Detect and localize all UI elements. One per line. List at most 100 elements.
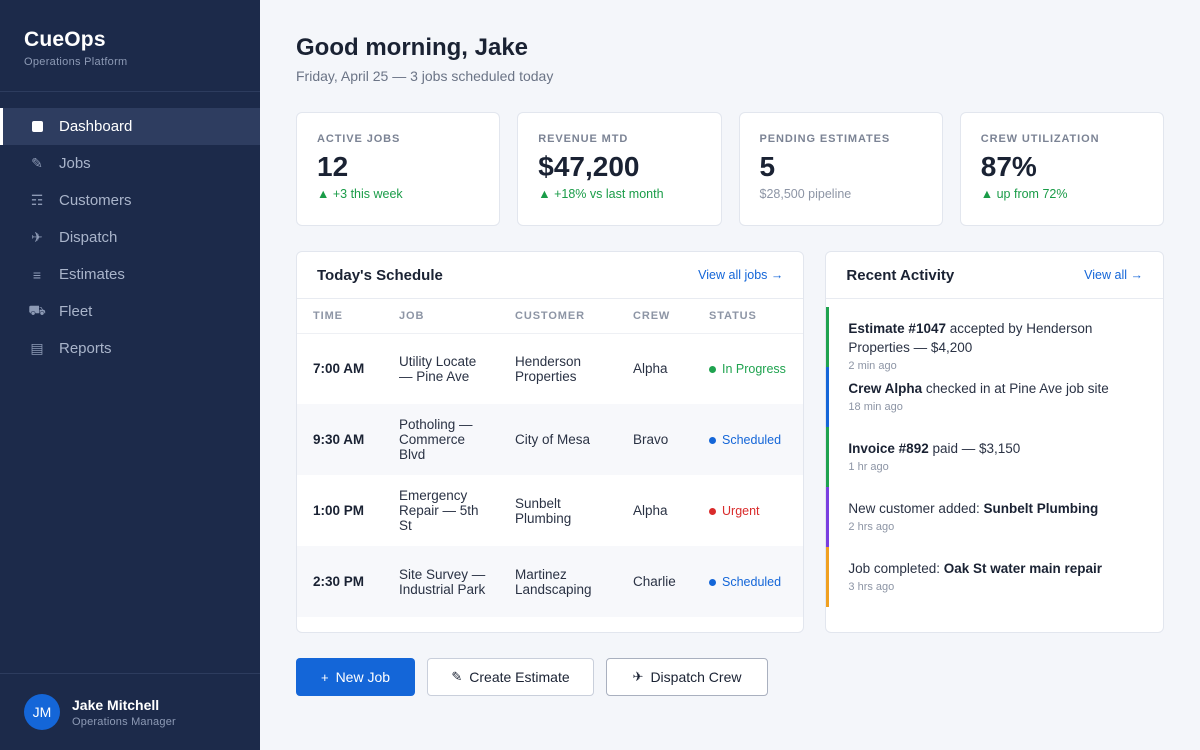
activity-item[interactable]: New customer added: Sunbelt Plumbing 2 hr… — [826, 487, 1163, 547]
activity-item[interactable]: Job completed: Oak St water main repair 3… — [826, 547, 1163, 607]
activity-text: paid — $3,150 — [928, 441, 1021, 456]
stat-card: CREW UTILIZATION 87% ▲ up from 72% — [959, 112, 1164, 226]
page-subtitle: Friday, April 25 — 3 jobs scheduled toda… — [296, 68, 554, 84]
status-dot — [709, 365, 716, 373]
status-dot — [709, 578, 716, 586]
status-dot — [709, 436, 716, 444]
plane-icon: ✈ — [632, 669, 644, 684]
new-job-button[interactable]: + New Job — [296, 658, 415, 696]
stat-card: PENDING ESTIMATES 5 $28,500 pipeline — [738, 112, 943, 226]
job-crew: Bravo — [633, 432, 669, 447]
sidebar-item-fleet[interactable]: ⛟ Fleet — [0, 293, 260, 330]
job-customer: Martinez Landscaping — [515, 566, 592, 597]
view-all-activity-link[interactable]: View all → — [1084, 268, 1143, 282]
job-time: 1:00 PM — [313, 503, 365, 518]
sidebar-item-dashboard[interactable]: Dashboard — [0, 108, 260, 145]
dispatch-crew-label: Dispatch Crew — [650, 669, 742, 685]
stat-delta: ▲ +18% vs last month — [538, 187, 664, 201]
sidebar-item-label: Estimates — [59, 266, 125, 283]
job-status: Urgent — [693, 475, 803, 546]
schedule-table: TIME JOB CUSTOMER CREW STATUS 7:00 AM Utility… — [297, 299, 804, 617]
main-content: Good morning, Jake Friday, April 25 — 3 … — [296, 0, 1164, 696]
sidebar-item-dispatch[interactable]: ✈ Dispatch — [0, 219, 260, 256]
job-time: 2:30 PM — [313, 574, 365, 589]
report-icon: ▤ — [30, 340, 44, 356]
activity-time: 3 hrs ago — [848, 581, 895, 593]
stat-label: REVENUE MTD — [538, 133, 629, 145]
create-estimate-label: Create Estimate — [469, 669, 570, 685]
sidebar-item-label: Jobs — [59, 155, 91, 172]
customers-icon: ☶ — [30, 192, 44, 208]
view-all-jobs-link[interactable]: View all jobs → — [698, 268, 783, 282]
job-status: Scheduled — [693, 404, 803, 475]
schedule-title: Today's Schedule — [317, 266, 443, 284]
job-name: Site Survey — Industrial Park — [399, 566, 486, 597]
app-subtitle: Operations Platform — [24, 56, 128, 68]
dispatch-crew-button[interactable]: ✈ Dispatch Crew — [606, 658, 768, 696]
stats-row: ACTIVE JOBS 12 ▲ +3 this week REVENUE MTD $4… — [296, 112, 1164, 226]
table-row[interactable]: 7:00 AM Utility Locate — Pine Ave Henderso… — [297, 333, 804, 404]
activity-time: 2 hrs ago — [848, 521, 895, 533]
sidebar: CueOps Operations Platform Dashboard ✎ Job… — [0, 0, 260, 750]
job-customer: Henderson Properties — [515, 353, 582, 384]
activity-card: Recent Activity View all → Estimate #104… — [825, 251, 1164, 633]
column-header: JOB — [383, 299, 499, 334]
activity-item[interactable]: Estimate #1047 accepted by Henderson Pro… — [826, 307, 1163, 372]
stat-value: 5 — [759, 151, 776, 182]
stat-value: $47,200 — [538, 151, 640, 182]
activity-item[interactable]: Crew Alpha checked in at Pine Ave job si… — [826, 367, 1163, 427]
user-name: Jake Mitchell — [72, 696, 160, 713]
table-row[interactable]: 2:30 PM Site Survey — Industrial Park Mart… — [297, 546, 804, 617]
activity-subject: Estimate #1047 — [848, 321, 946, 336]
job-customer: City of Mesa — [515, 432, 591, 447]
column-header: CREW — [617, 299, 693, 334]
activity-text: New customer added: — [848, 501, 984, 516]
column-header: STATUS — [693, 299, 804, 334]
activity-time: 18 min ago — [848, 401, 903, 413]
list-icon: ≡ — [32, 266, 42, 283]
job-crew: Alpha — [633, 361, 668, 377]
table-row[interactable]: 9:30 AM Potholing — Commerce Blvd City of … — [297, 404, 804, 475]
sidebar-item-label: Dispatch — [59, 229, 118, 246]
status-badge: Urgent — [722, 503, 760, 518]
stat-card: ACTIVE JOBS 12 ▲ +3 this week — [296, 112, 501, 226]
activity-title: Recent Activity — [846, 266, 955, 284]
job-crew: Charlie — [633, 574, 676, 589]
sidebar-item-reports[interactable]: ▤ Reports — [0, 330, 260, 367]
sidebar-item-label: Fleet — [59, 303, 93, 320]
truck-icon: ⛟ — [28, 302, 46, 318]
sidebar-item-label: Dashboard — [59, 118, 133, 135]
job-time: 7:00 AM — [313, 361, 365, 377]
activity-subject: Crew Alpha — [848, 381, 923, 396]
stat-label: PENDING ESTIMATES — [759, 133, 891, 145]
activity-item[interactable]: Invoice #892 paid — $3,150 1 hr ago — [826, 427, 1163, 487]
activity-text: Job completed: — [848, 561, 944, 576]
stat-label: ACTIVE JOBS — [317, 133, 401, 145]
stat-delta: $28,500 pipeline — [759, 187, 852, 201]
brand: CueOps Operations Platform — [0, 0, 260, 92]
table-row[interactable]: 1:00 PM Emergency Repair — 5th St Sunbelt … — [297, 475, 804, 546]
new-job-label: New Job — [335, 669, 391, 685]
quick-actions: + New Job ✎ Create Estimate ✈ Dispatch C… — [296, 658, 1164, 696]
pencil-icon: ✎ — [451, 669, 463, 684]
stat-delta: ▲ +3 this week — [317, 187, 403, 201]
create-estimate-button[interactable]: ✎ Create Estimate — [427, 658, 594, 696]
sidebar-item-label: Reports — [59, 340, 112, 357]
activity-subject: Sunbelt Plumbing — [983, 501, 1099, 516]
job-crew: Alpha — [633, 503, 668, 518]
stat-card: REVENUE MTD $47,200 ▲ +18% vs last month — [517, 112, 722, 226]
avatar[interactable]: JM — [24, 694, 60, 730]
sidebar-item-estimates[interactable]: ≡ Estimates — [0, 256, 260, 293]
stat-label: CREW UTILIZATION — [980, 133, 1100, 145]
schedule-card: Today's Schedule View all jobs → TIME JOB… — [296, 251, 805, 633]
sidebar-item-customers[interactable]: ☶ Customers — [0, 182, 260, 219]
user-profile[interactable]: JM Jake Mitchell Operations Manager — [0, 673, 260, 750]
stat-delta: ▲ up from 72% — [980, 187, 1068, 201]
activity-list: Estimate #1047 accepted by Henderson Pro… — [826, 299, 1163, 607]
job-status: Scheduled — [693, 546, 803, 617]
plus-icon: + — [320, 669, 329, 685]
column-header: CUSTOMER — [499, 299, 617, 334]
sidebar-item-jobs[interactable]: ✎ Jobs — [0, 145, 260, 182]
status-dot — [709, 507, 716, 515]
job-time: 9:30 AM — [313, 432, 365, 447]
